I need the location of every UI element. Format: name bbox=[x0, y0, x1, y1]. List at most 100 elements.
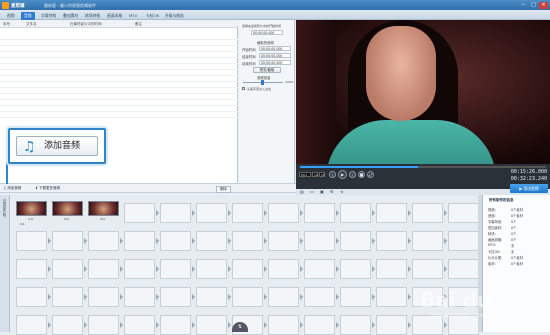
empty-clip-slot[interactable] bbox=[304, 259, 339, 279]
minimize-button[interactable]: ─ bbox=[519, 2, 528, 9]
clip-duration-input[interactable]: 00:00:00.000 bbox=[259, 60, 291, 65]
storyboard-tab[interactable]: 已添加片段 bbox=[2, 199, 8, 217]
fullscreen-icon[interactable]: ⤢ bbox=[367, 171, 374, 178]
col-index[interactable]: 序号 bbox=[3, 22, 10, 27]
maximize-button[interactable]: □ bbox=[529, 2, 538, 9]
preview-clip-button[interactable]: 预览/截取 bbox=[253, 67, 281, 73]
empty-clip-slot[interactable] bbox=[232, 231, 267, 251]
fade-checkbox[interactable] bbox=[242, 87, 245, 90]
empty-clip-slot[interactable] bbox=[448, 231, 483, 251]
empty-clip-slot[interactable] bbox=[88, 315, 123, 335]
delete-button[interactable]: 删除 bbox=[216, 186, 231, 193]
empty-clip-slot[interactable] bbox=[160, 259, 195, 279]
empty-clip-slot[interactable] bbox=[52, 259, 87, 279]
prev-frame-icon[interactable]: ‹ bbox=[329, 171, 336, 178]
frame-field[interactable]: 12 bbox=[312, 172, 318, 177]
empty-clip-slot[interactable] bbox=[268, 203, 303, 223]
empty-clip-slot[interactable] bbox=[304, 315, 339, 335]
empty-clip-slot[interactable] bbox=[160, 231, 195, 251]
empty-clip-slot[interactable] bbox=[124, 231, 159, 251]
empty-clip-slot[interactable] bbox=[268, 231, 303, 251]
empty-clip-slot[interactable] bbox=[412, 231, 447, 251]
snapshot-icon[interactable]: ▤ bbox=[300, 189, 304, 194]
empty-clip-slot[interactable] bbox=[448, 203, 483, 223]
empty-clip-slot[interactable] bbox=[376, 259, 411, 279]
empty-clip-slot[interactable] bbox=[196, 203, 231, 223]
empty-clip-slot[interactable] bbox=[88, 259, 123, 279]
empty-clip-slot[interactable] bbox=[88, 287, 123, 307]
empty-clip-slot[interactable] bbox=[340, 203, 375, 223]
volume-slider-handle[interactable] bbox=[261, 80, 264, 85]
empty-clip-slot[interactable] bbox=[160, 203, 195, 223]
empty-clip-slot[interactable] bbox=[232, 203, 267, 223]
empty-clip-slot[interactable] bbox=[340, 315, 375, 335]
tab-picture-style[interactable]: 画面风格 bbox=[104, 12, 125, 20]
empty-clip-slot[interactable] bbox=[304, 231, 339, 251]
empty-clip-slot[interactable] bbox=[268, 287, 303, 307]
add-audio-callout-button[interactable]: ♫ 添加音频 bbox=[16, 136, 98, 156]
start-time-input[interactable]: 00:00:00.000 bbox=[251, 30, 283, 35]
empty-clip-slot[interactable] bbox=[124, 287, 159, 307]
empty-clip-slot[interactable] bbox=[340, 287, 375, 307]
empty-clip-slot[interactable] bbox=[304, 203, 339, 223]
tab-karaoke[interactable]: 卡拉OK bbox=[143, 12, 162, 20]
close-button[interactable]: ✕ bbox=[539, 1, 548, 9]
empty-clip-slot[interactable] bbox=[448, 259, 483, 279]
settings-icon[interactable]: ⚙ bbox=[330, 189, 334, 194]
tab-audio[interactable]: 音频 bbox=[21, 11, 35, 20]
tab-transitions[interactable]: 转场特效 bbox=[82, 12, 103, 20]
export-video-button[interactable]: ▶ 导出视频 bbox=[510, 184, 548, 193]
empty-clip-slot[interactable] bbox=[340, 231, 375, 251]
clip-end-input[interactable]: 00:00:00.000 bbox=[259, 53, 291, 58]
empty-clip-slot[interactable] bbox=[232, 287, 267, 307]
scroll-handle[interactable]: ⇅ bbox=[232, 322, 248, 332]
empty-clip-slot[interactable] bbox=[16, 315, 51, 335]
empty-clip-slot[interactable] bbox=[376, 231, 411, 251]
empty-clip-slot[interactable] bbox=[124, 203, 159, 223]
save-icon[interactable]: ▣ bbox=[320, 189, 324, 194]
empty-clip-slot[interactable] bbox=[304, 287, 339, 307]
clip-thumbnail[interactable] bbox=[52, 201, 83, 216]
next-frame-icon[interactable]: › bbox=[349, 171, 356, 178]
empty-clip-slot[interactable] bbox=[196, 231, 231, 251]
download-audio-button[interactable]: ⬇ 下载更多音频 bbox=[35, 186, 60, 191]
empty-clip-slot[interactable] bbox=[340, 259, 375, 279]
empty-clip-slot[interactable] bbox=[52, 315, 87, 335]
clip-start-input[interactable]: 00:00:00.000 bbox=[259, 46, 291, 51]
empty-clip-slot[interactable] bbox=[160, 315, 195, 335]
add-audio-button[interactable]: ♫ 添加音频 bbox=[3, 186, 21, 191]
play-icon[interactable]: ▶ bbox=[338, 170, 347, 179]
empty-clip-slot[interactable] bbox=[376, 203, 411, 223]
folder-icon[interactable]: ▭ bbox=[310, 189, 314, 194]
empty-clip-slot[interactable] bbox=[412, 203, 447, 223]
empty-clip-slot[interactable] bbox=[124, 259, 159, 279]
tab-upgrade[interactable]: 升级与服务 bbox=[162, 12, 187, 20]
empty-clip-slot[interactable] bbox=[196, 259, 231, 279]
tab-video[interactable]: 视频 bbox=[4, 12, 18, 20]
empty-clip-slot[interactable] bbox=[160, 287, 195, 307]
clip-thumbnail[interactable] bbox=[88, 201, 119, 216]
col-time[interactable]: 在最终影片中的时间 bbox=[70, 22, 102, 27]
empty-clip-slot[interactable] bbox=[16, 287, 51, 307]
empty-clip-slot[interactable] bbox=[376, 315, 411, 335]
empty-clip-slot[interactable] bbox=[196, 315, 231, 335]
empty-clip-slot[interactable] bbox=[376, 287, 411, 307]
fps-field[interactable]: 2E bbox=[319, 172, 325, 177]
empty-clip-slot[interactable] bbox=[52, 231, 87, 251]
tab-overlay[interactable]: 叠加素材 bbox=[60, 12, 81, 20]
stop-icon[interactable]: ■ bbox=[358, 171, 365, 178]
tab-subtitle-effects[interactable]: 字幕特效 bbox=[38, 12, 59, 20]
empty-clip-slot[interactable] bbox=[268, 259, 303, 279]
empty-clip-slot[interactable] bbox=[16, 231, 51, 251]
col-filename[interactable]: 文件名 bbox=[26, 22, 37, 27]
empty-clip-slot[interactable] bbox=[196, 287, 231, 307]
tab-mtv[interactable]: MTV bbox=[126, 12, 140, 20]
empty-clip-slot[interactable] bbox=[88, 231, 123, 251]
empty-clip-slot[interactable] bbox=[412, 259, 447, 279]
empty-clip-slot[interactable] bbox=[268, 315, 303, 335]
clip-thumbnail[interactable] bbox=[16, 201, 47, 216]
empty-clip-slot[interactable] bbox=[52, 287, 87, 307]
empty-clip-slot[interactable] bbox=[16, 259, 51, 279]
col-note[interactable]: 备注 bbox=[135, 22, 142, 27]
mode-field[interactable]: ED4 bbox=[299, 172, 311, 177]
